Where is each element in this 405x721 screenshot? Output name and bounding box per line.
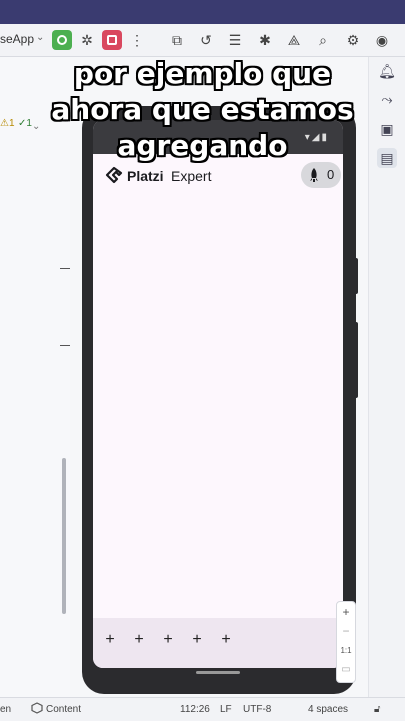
profile-icon[interactable]: ⧉ (168, 31, 186, 49)
content-label[interactable]: Content (46, 704, 81, 715)
more-icon[interactable]: ⋮ (128, 31, 146, 49)
run-config-name[interactable]: seApp (0, 32, 34, 46)
zoom-reset-button[interactable]: 1:1 (337, 646, 355, 655)
platzi-logo-icon (105, 166, 123, 184)
list-icon[interactable]: ☰ (226, 31, 244, 49)
ide-toolbar: seApp ⌄ ✲ ⋮ ⧉ ↺ ☰ ✱ ⟁ ⌕ ⚙ ◉ (0, 24, 405, 57)
brand-name: Platzi (127, 168, 164, 184)
brand-suffix: Expert (171, 168, 212, 184)
file-encoding[interactable]: UTF-8 (243, 704, 271, 715)
ide-title-edge (0, 0, 405, 24)
apply-changes-icon[interactable]: ↺ (197, 31, 215, 49)
rocket-icon (310, 168, 318, 182)
content-icon (31, 702, 43, 714)
line-ending[interactable]: LF (220, 704, 232, 715)
ide-status-bar: en Content 112:26 LF UTF-8 4 spaces 🔓︎ (0, 697, 405, 721)
search-icon[interactable]: ⌕ (314, 31, 332, 49)
zoom-controls: + − 1:1 ▭ (336, 601, 356, 683)
caption-line-3: agregando (117, 129, 288, 162)
phone-volume-button[interactable] (354, 258, 358, 294)
device-screen[interactable]: ▾◢▮ Platzi Expert 0 + + + + + (93, 120, 343, 668)
nav-add-button-2[interactable]: + (129, 630, 149, 650)
caption-line-2: ahora que estamos (51, 93, 354, 126)
debug-icon[interactable]: ✲ (78, 31, 96, 49)
chevron-down-icon[interactable]: ⌄ (36, 32, 44, 43)
zoom-in-button[interactable]: + (337, 605, 355, 619)
lock-icon[interactable]: 🔓︎ (374, 704, 380, 715)
indent-setting[interactable]: 4 spaces (308, 704, 348, 715)
device-icon[interactable]: ⟁ (285, 31, 303, 49)
home-indicator[interactable] (196, 671, 240, 674)
nav-add-button-5[interactable]: + (216, 630, 236, 650)
caption-line-1: por ejemplo que (73, 57, 332, 90)
phone-power-button[interactable] (354, 322, 358, 398)
points-value: 0 (327, 167, 335, 182)
gutter-marker (60, 345, 70, 346)
gutter-marker (60, 268, 70, 269)
account-icon[interactable]: ◉ (373, 31, 391, 49)
nav-add-button-4[interactable]: + (187, 630, 207, 650)
editor-scrollbar[interactable] (62, 458, 66, 614)
gear-icon[interactable]: ⚙ (344, 31, 362, 49)
run-icon[interactable] (52, 30, 72, 50)
status-left-text[interactable]: en (0, 704, 11, 715)
stop-icon[interactable] (102, 30, 122, 50)
caret-position[interactable]: 112:26 (180, 704, 210, 715)
bottom-navigation: + + + + + (93, 618, 343, 668)
zoom-out-button[interactable]: − (337, 624, 355, 638)
nav-add-button-3[interactable]: + (158, 630, 178, 650)
nav-add-button-1[interactable]: + (100, 630, 120, 650)
points-chip[interactable]: 0 (301, 162, 341, 188)
bug-icon[interactable]: ✱ (256, 31, 274, 49)
video-caption: por ejemplo que ahora que estamos agrega… (0, 56, 405, 164)
fit-screen-icon[interactable]: ▭ (337, 664, 355, 675)
